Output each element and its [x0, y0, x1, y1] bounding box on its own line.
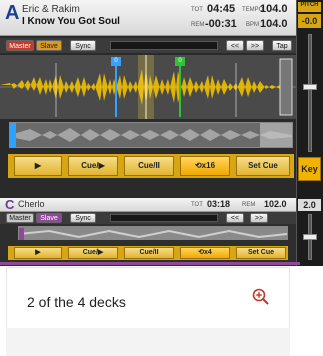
deck-c-header: C Cherlo TOT 03:18 REM 102.0 — [0, 198, 296, 212]
set-cue-button[interactable]: Set Cue — [236, 156, 290, 176]
caption-footer — [6, 328, 290, 356]
cue-marker-green[interactable]: 0 — [175, 57, 185, 66]
rem-label: REM — [191, 22, 205, 28]
transport-bar: ▶ Cue/▶ Cue/II ⟲x4 Set Cue — [8, 246, 288, 260]
deck-c-accent-rule — [0, 262, 300, 265]
phase-meter — [110, 214, 218, 222]
overview-graphic — [10, 123, 292, 147]
cue-pause-button[interactable]: Cue/II — [124, 156, 174, 176]
track-overview[interactable] — [9, 122, 293, 148]
pitch-fader[interactable] — [308, 34, 312, 152]
track-artist: Cherlo — [18, 199, 45, 209]
slave-button[interactable]: Slave — [36, 213, 62, 223]
key-button[interactable]: Key — [298, 157, 321, 181]
deck-a: A Eric & Rakim I Know You Got Soul TOT 0… — [0, 0, 323, 198]
waveform-display[interactable]: 0 0 — [0, 55, 296, 119]
pitch-fader-handle[interactable] — [303, 234, 317, 240]
pitch-column: PITCH -0.0 Key — [296, 0, 323, 198]
transport-bar: ▶ Cue/▶ Cue/II ⟲x16 Set Cue — [8, 154, 294, 178]
overview-graphic — [18, 228, 288, 240]
bpm-label: BPM — [246, 22, 260, 28]
zoom-in-icon[interactable] — [252, 288, 270, 306]
set-cue-button[interactable]: Set Cue — [236, 247, 286, 259]
track-time: 03:18 — [207, 199, 231, 209]
screenshot-gallery: A Eric & Rakim I Know You Got Soul TOT 0… — [0, 0, 323, 356]
deck-letter: C — [5, 197, 15, 212]
deck-c: C Cherlo TOT 03:18 REM 102.0 2.0 Master … — [0, 198, 323, 266]
rewind-button[interactable]: << — [226, 40, 244, 51]
tot-label: TOT — [191, 202, 203, 208]
caption-text: 2 of the 4 decks — [27, 294, 126, 310]
deck-a-header: A Eric & Rakim I Know You Got Soul TOT 0… — [0, 0, 296, 36]
bpm-value: 104.0 — [260, 18, 288, 30]
deck-letter: A — [5, 2, 20, 24]
master-button[interactable]: Master — [6, 213, 34, 223]
sync-button[interactable]: Sync — [70, 40, 96, 51]
loop-button[interactable]: ⟲x4 — [180, 247, 230, 259]
pitch-fader-handle[interactable] — [303, 84, 317, 90]
track-overview[interactable] — [18, 226, 288, 240]
play-button[interactable]: ▶ — [14, 156, 62, 176]
tempo-value: 102.0 — [264, 199, 287, 209]
pitch-value: -0.0 — [298, 14, 321, 28]
cue-marker-blue[interactable]: 0 — [111, 57, 121, 66]
play-button[interactable]: ▶ — [14, 247, 62, 259]
tap-button[interactable]: Tap — [272, 40, 292, 51]
rem-label: REM — [242, 202, 256, 208]
pitch-value: 2.0 — [298, 199, 321, 211]
deck-a-button-row: Master Slave Sync << >> Tap — [0, 38, 296, 53]
pitch-label: PITCH — [298, 2, 321, 12]
slave-button[interactable]: Slave — [36, 40, 62, 51]
sync-button[interactable]: Sync — [70, 213, 96, 223]
tempo-value: 104.0 — [260, 3, 288, 15]
time-remaining: -00:31 — [205, 18, 237, 30]
loop-button[interactable]: ⟲x16 — [180, 156, 230, 176]
track-title: I Know You Got Soul — [22, 16, 120, 27]
master-button[interactable]: Master — [6, 40, 34, 51]
pitch-column: 2.0 — [296, 198, 323, 266]
phase-meter — [110, 41, 218, 50]
rewind-button[interactable]: << — [226, 213, 244, 223]
deck-c-button-row: Master Slave Sync << >> — [0, 212, 296, 224]
waveform-graphic — [0, 55, 296, 119]
cue-play-button[interactable]: Cue/▶ — [68, 247, 118, 259]
cue-play-button[interactable]: Cue/▶ — [68, 156, 118, 176]
track-artist: Eric & Rakim — [22, 4, 80, 15]
forward-button[interactable]: >> — [246, 40, 264, 51]
forward-button[interactable]: >> — [250, 213, 268, 223]
tot-label: TOT — [191, 7, 203, 13]
cue-pause-button[interactable]: Cue/II — [124, 247, 174, 259]
image-caption: 2 of the 4 decks — [6, 267, 290, 329]
track-time: 04:45 — [207, 3, 236, 15]
